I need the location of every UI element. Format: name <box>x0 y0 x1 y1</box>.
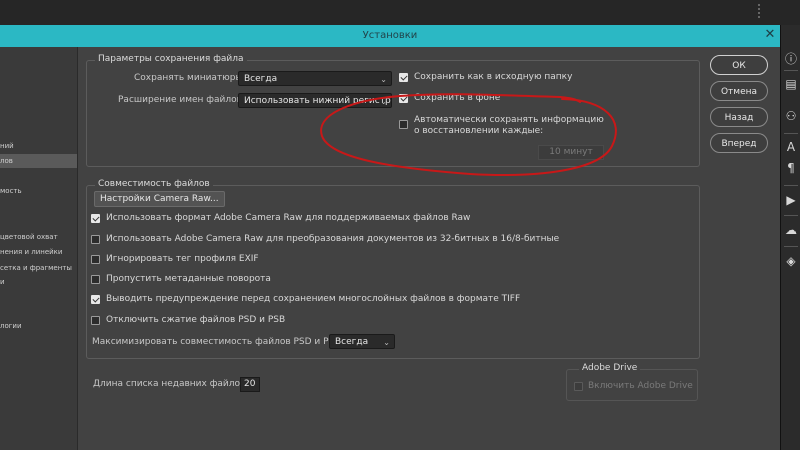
sidebar-item-transparency-gamut[interactable]: цветовой охват <box>0 230 77 244</box>
enable-adobe-drive-checkbox[interactable] <box>574 382 583 391</box>
maximize-compat-value: Всегда <box>335 337 369 347</box>
dialog-title: Установки <box>362 30 418 41</box>
preferences-sidebar: ний лов мость цветовой охват нения и лин… <box>0 47 78 450</box>
autosave-interval-select[interactable]: 10 минут <box>538 145 604 160</box>
sidebar-item-plugins[interactable]: и <box>0 275 77 289</box>
thumbnails-value: Всегда <box>244 74 278 84</box>
autosave-checkbox[interactable] <box>399 120 408 129</box>
play-icon[interactable]: ▶ <box>784 193 798 207</box>
person-adjust-icon[interactable]: ⚇ <box>784 109 798 123</box>
compat-title: Совместимость файлов <box>95 179 213 189</box>
type-icon[interactable]: A <box>784 140 798 154</box>
recent-files-input[interactable]: 20 <box>240 377 260 392</box>
autosave-label-line2: о восстановлении каждые: <box>414 126 544 136</box>
chevron-down-icon: ⌄ <box>380 75 387 84</box>
autosave-label-line1: Автоматически сохранять информацию <box>414 115 604 125</box>
sidebar-item-guides-grid[interactable]: сетка и фрагменты <box>0 261 77 275</box>
properties-icon[interactable]: ▤ <box>784 77 798 91</box>
compat-option-label: Выводить предупреждение перед сохранение… <box>106 294 521 304</box>
compat-option-checkbox[interactable] <box>91 275 100 284</box>
save-original-folder-label: Сохранить как в исходную папку <box>414 72 573 82</box>
chevron-down-icon: ⌄ <box>383 338 390 347</box>
extension-label: Расширение имен файлов: <box>118 95 245 105</box>
info-icon[interactable]: ⓘ <box>784 52 798 66</box>
sidebar-item-technology-previews[interactable]: логии <box>0 319 77 333</box>
thumbnails-label: Сохранять миниатюры: <box>134 73 246 83</box>
compat-option-label: Использовать Adobe Camera Raw для преобр… <box>106 234 560 244</box>
compat-option-checkbox[interactable] <box>91 295 100 304</box>
dialog-titlebar[interactable]: Установки ✕ <box>0 25 780 47</box>
adobe-drive-title: Adobe Drive <box>579 363 641 373</box>
panel-divider <box>784 185 798 186</box>
next-button[interactable]: Вперед <box>710 133 768 153</box>
save-original-folder-checkbox[interactable] <box>399 73 408 82</box>
enable-adobe-drive-label: Включить Adobe Drive <box>588 381 693 391</box>
maximize-compat-select[interactable]: Всегда ⌄ <box>329 334 395 349</box>
layers-icon[interactable]: ◈ <box>784 254 798 268</box>
compat-option-checkbox[interactable] <box>91 255 100 264</box>
cancel-button[interactable]: Отмена <box>710 81 768 101</box>
creative-cloud-icon[interactable]: ☁ <box>784 223 798 237</box>
extension-select[interactable]: Использовать нижний регистр ⌄ <box>238 93 392 108</box>
paragraph-icon[interactable]: ¶ <box>784 161 798 175</box>
compat-option-label: Использовать формат Adobe Camera Raw для… <box>106 213 471 223</box>
sidebar-item-interface[interactable]: ний <box>0 139 77 153</box>
chevron-down-icon: ⌄ <box>380 97 387 106</box>
compat-option-label: Игнорировать тег профиля EXIF <box>106 254 259 264</box>
close-icon[interactable]: ✕ <box>763 28 777 42</box>
save-options-title: Параметры сохранения файла <box>95 54 247 64</box>
extension-value: Использовать нижний регистр <box>244 96 391 106</box>
back-button[interactable]: Назад <box>710 107 768 127</box>
save-background-checkbox[interactable] <box>399 94 408 103</box>
recent-files-label: Длина списка недавних файлов: <box>93 379 249 389</box>
sidebar-item-file-handling[interactable]: лов <box>0 154 77 168</box>
panel-grip[interactable] <box>758 4 762 18</box>
save-background-label: Сохранить в фоне <box>414 93 501 103</box>
panel-divider <box>784 246 798 247</box>
camera-raw-settings-button[interactable]: Настройки Camera Raw... <box>94 191 225 207</box>
preferences-dialog: Установки ✕ ний лов мость цветовой охват… <box>0 25 780 450</box>
compat-option-checkbox[interactable] <box>91 235 100 244</box>
panel-divider <box>784 133 798 134</box>
compat-option-checkbox[interactable] <box>91 214 100 223</box>
app-topbar <box>0 0 800 25</box>
right-panel-dock: ⓘ ▤ ⚇ A ¶ ▶ ☁ ◈ <box>780 25 800 450</box>
panel-divider <box>784 215 798 216</box>
compat-option-label: Пропустить метаданные поворота <box>106 274 271 284</box>
compat-option-checkbox[interactable] <box>91 316 100 325</box>
ok-button[interactable]: ОК <box>710 55 768 75</box>
sidebar-item-performance[interactable]: мость <box>0 184 77 198</box>
panel-divider <box>784 70 798 71</box>
compat-group <box>86 185 700 359</box>
thumbnails-select[interactable]: Всегда ⌄ <box>238 71 392 86</box>
maximize-compat-label: Максимизировать совместимость файлов PSD… <box>92 337 344 347</box>
compat-option-label: Отключить сжатие файлов PSD и PSB <box>106 315 286 325</box>
sidebar-item-units-rulers[interactable]: нения и линейки <box>0 245 77 259</box>
